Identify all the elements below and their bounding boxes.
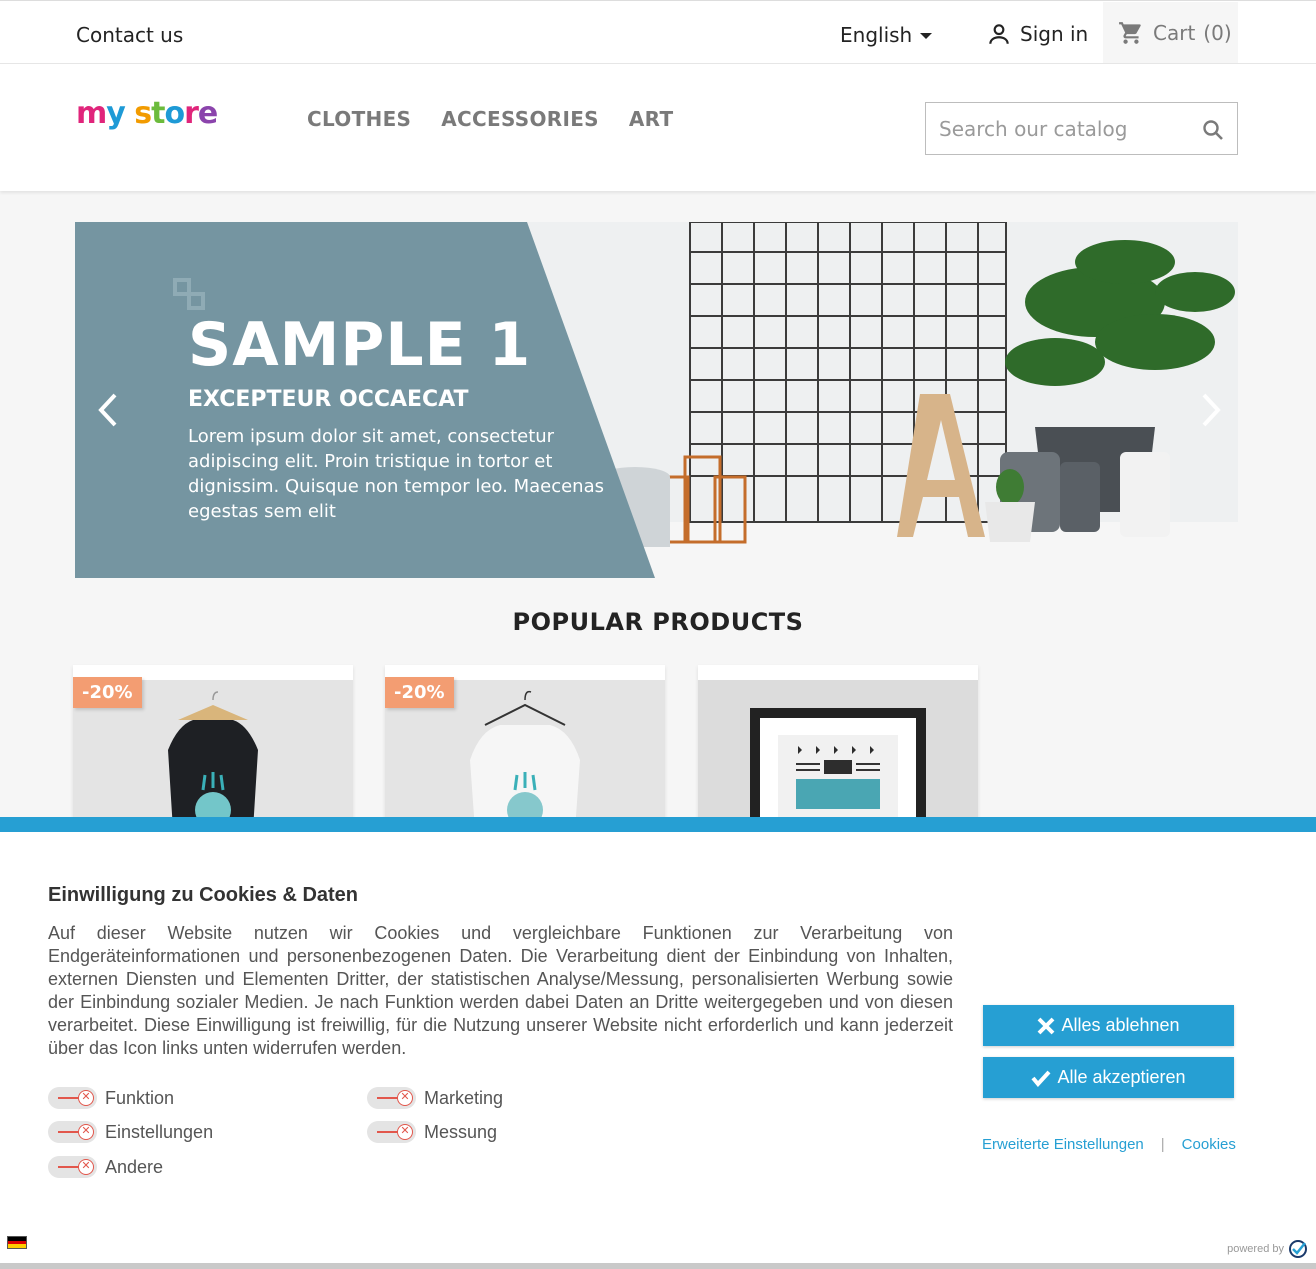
toggle-einstellungen[interactable]: ✕ Einstellungen (48, 1121, 213, 1143)
powered-by-label: powered by (1227, 1243, 1284, 1255)
toggle-label: Funktion (105, 1087, 175, 1108)
cookies-link[interactable]: Cookies (1182, 1136, 1236, 1153)
close-circle-icon: ✕ (78, 1124, 94, 1140)
toggle-switch[interactable]: ✕ (48, 1087, 97, 1109)
product-image-framed-poster (698, 680, 978, 825)
user-icon (989, 24, 1009, 44)
reject-all-button[interactable]: Alles ablehnen (983, 1005, 1234, 1046)
chevron-right-icon[interactable] (1200, 392, 1222, 428)
accept-all-label: Alle akzeptieren (1057, 1067, 1186, 1087)
search-icon[interactable] (1201, 118, 1225, 142)
close-circle-icon: ✕ (397, 1124, 413, 1140)
nav-clothes[interactable]: CLOTHES (307, 107, 411, 131)
search-input[interactable] (926, 103, 1176, 154)
cart-icon (1119, 21, 1141, 44)
contact-us-link[interactable]: Contact us (76, 23, 183, 47)
product-card[interactable]: -20% (73, 665, 353, 825)
toggle-switch[interactable]: ✕ (48, 1156, 97, 1178)
product-card[interactable] (698, 665, 978, 825)
top-bar: Contact us English Sign in Cart (0) (0, 0, 1316, 64)
cart-count: (0) (1203, 20, 1232, 45)
store-logo[interactable]: my store (76, 96, 218, 131)
language-label: English (840, 23, 913, 47)
shield-check-icon (1289, 1240, 1307, 1258)
toggle-label: Marketing (424, 1087, 504, 1108)
powered-by[interactable]: powered by (1227, 1239, 1308, 1259)
toggle-marketing[interactable]: ✕ Marketing (367, 1087, 503, 1109)
nav-accessories[interactable]: ACCESSORIES (441, 107, 599, 131)
sign-in-link[interactable]: Sign in (986, 21, 1088, 47)
cart-button[interactable]: Cart (0) (1103, 2, 1238, 63)
toggle-label: Messung (424, 1121, 498, 1142)
caret-down-icon (920, 33, 933, 39)
link-separator: | (1160, 1136, 1165, 1153)
product-card[interactable]: -20% (385, 665, 665, 825)
toggle-messung[interactable]: ✕ Messung (367, 1121, 497, 1143)
cart-label: Cart (1153, 20, 1196, 45)
hero-carousel[interactable]: SAMPLE 1 EXCEPTEUR OCCAECAT Lorem ipsum … (75, 222, 1238, 578)
banner-title: SAMPLE 1 (188, 310, 532, 380)
discount-badge: -20% (73, 677, 142, 708)
close-circle-icon: ✕ (78, 1090, 94, 1106)
chevron-left-icon[interactable] (97, 392, 119, 428)
cookie-title: Einwilligung zu Cookies & Daten (48, 884, 359, 906)
cookie-consent-banner: Einwilligung zu Cookies & Daten Auf dies… (0, 817, 1316, 1269)
cookie-links: Erweiterte Einstellungen | Cookies (982, 1136, 1236, 1153)
banner-text: Lorem ipsum dolor sit amet, consectetur … (188, 426, 604, 522)
close-icon (1038, 1017, 1055, 1034)
toggle-switch[interactable]: ✕ (48, 1121, 97, 1143)
language-selector[interactable]: English (840, 23, 933, 47)
sign-in-label: Sign in (1020, 22, 1089, 46)
close-circle-icon: ✕ (78, 1159, 94, 1175)
main-nav: CLOTHES ACCESSORIES ART (307, 107, 673, 131)
popular-products-title: POPULAR PRODUCTS (512, 608, 804, 636)
reject-all-label: Alles ablehnen (1061, 1015, 1180, 1035)
toggle-label: Andere (105, 1156, 164, 1177)
toggle-funktion[interactable]: ✕ Funktion (48, 1087, 174, 1109)
main-header: my store CLOTHES ACCESSORIES ART (0, 64, 1316, 191)
toggle-switch[interactable]: ✕ (367, 1087, 416, 1109)
accept-all-button[interactable]: Alle akzeptieren (983, 1057, 1234, 1098)
advanced-settings-link[interactable]: Erweiterte Einstellungen (982, 1136, 1144, 1153)
discount-badge: -20% (385, 677, 454, 708)
bottom-strip (0, 1263, 1316, 1269)
banner-subtitle: EXCEPTEUR OCCAECAT (188, 387, 469, 412)
check-icon (1031, 1070, 1051, 1087)
search-box (925, 102, 1238, 155)
toggle-switch[interactable]: ✕ (367, 1121, 416, 1143)
cookie-description: Auf dieser Website nutzen wir Cookies un… (48, 923, 953, 1058)
toggle-label: Einstellungen (105, 1121, 214, 1142)
toggle-andere[interactable]: ✕ Andere (48, 1156, 163, 1178)
nav-art[interactable]: ART (629, 107, 674, 131)
close-circle-icon: ✕ (397, 1090, 413, 1106)
german-flag-icon[interactable] (7, 1236, 27, 1249)
